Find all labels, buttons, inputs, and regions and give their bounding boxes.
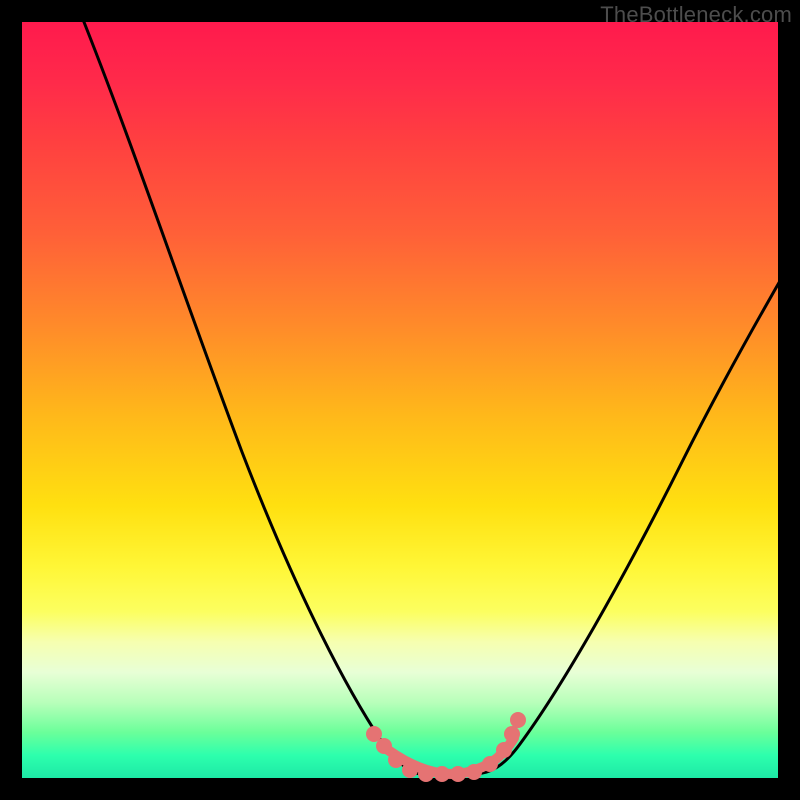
marker-dot: [402, 762, 418, 778]
marker-dot: [418, 766, 434, 782]
curves-svg: [22, 22, 778, 778]
marker-dot: [496, 742, 512, 758]
marker-dot: [388, 752, 404, 768]
marker-dot: [376, 738, 392, 754]
watermark-text: TheBottleneck.com: [600, 2, 792, 28]
marker-dot: [450, 766, 466, 782]
chart-frame: TheBottleneck.com: [0, 0, 800, 800]
marker-dot: [482, 756, 498, 772]
left-curve: [80, 12, 422, 774]
right-curve: [474, 267, 788, 774]
marker-dot: [434, 766, 450, 782]
plot-area: [22, 22, 778, 778]
marker-dot: [466, 764, 482, 780]
marker-dot: [504, 726, 520, 742]
marker-dot: [510, 712, 526, 728]
